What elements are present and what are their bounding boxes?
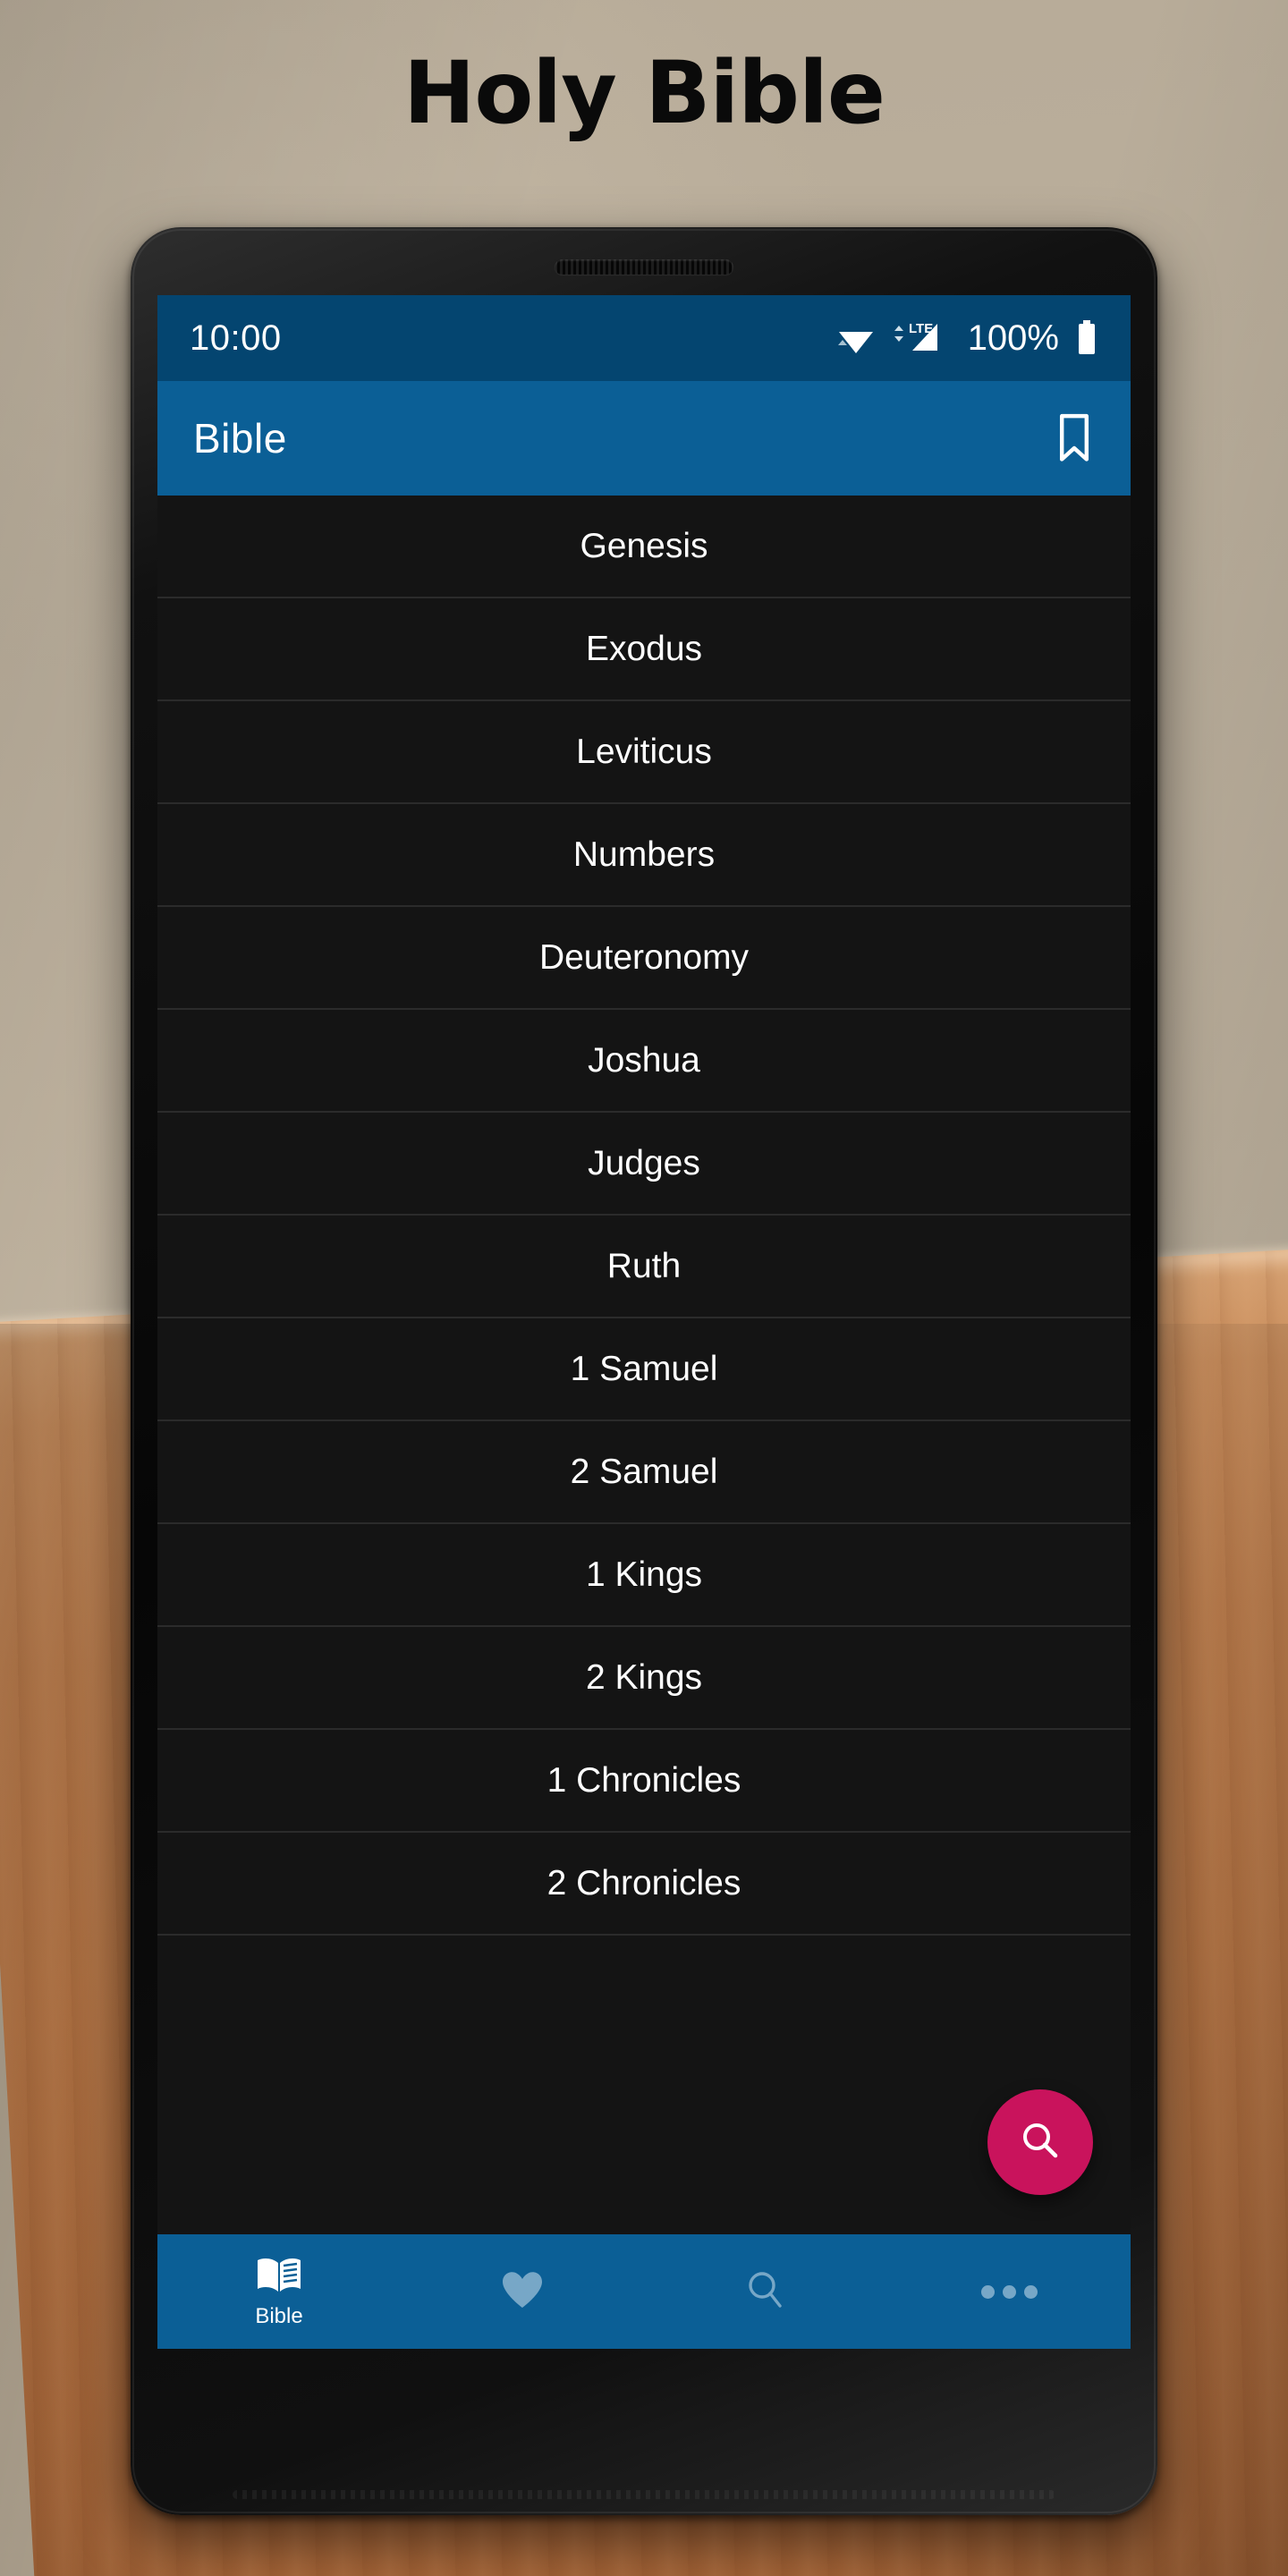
book-list-item-label: 1 Samuel (570, 1349, 718, 1388)
lte-signal-icon: LTE (893, 318, 952, 358)
book-list-item-label: Joshua (588, 1040, 700, 1080)
status-bar: 10:00 LTE 100% (157, 295, 1131, 381)
book-list-item-label: Exodus (585, 629, 703, 668)
battery-icon (1075, 318, 1098, 358)
bookmark-icon[interactable] (1054, 412, 1095, 464)
heart-icon (499, 2268, 546, 2316)
book-list-item-label: Ruth (606, 1246, 682, 1285)
book-list-item[interactable]: 1 Chronicles (157, 1730, 1131, 1833)
book-list-item[interactable]: 2 Chronicles (157, 1833, 1131, 1936)
bottom-navigation-bar: Bible (157, 2234, 1131, 2349)
app-bar: Bible (157, 381, 1131, 496)
book-list-item-label: Numbers (572, 835, 716, 874)
battery-percent-label: 100% (967, 318, 1059, 358)
book-list-item[interactable]: Leviticus (157, 701, 1131, 804)
book-list-item-label: 2 Samuel (570, 1452, 718, 1491)
wifi-icon (835, 320, 877, 356)
speaker-grille (555, 259, 733, 275)
book-list-item[interactable]: Genesis (157, 496, 1131, 598)
book-list-item[interactable]: Joshua (157, 1010, 1131, 1113)
book-list-item-label: Judges (588, 1143, 700, 1182)
book-list-item[interactable]: 1 Kings (157, 1524, 1131, 1627)
book-list-item-label: 1 Kings (585, 1555, 703, 1594)
nav-item-favorites[interactable] (401, 2234, 644, 2349)
phone-screen: 10:00 LTE 100% Bible Genesis Exodus Levi… (157, 295, 1131, 2349)
status-bar-clock: 10:00 (190, 318, 282, 358)
search-icon (1017, 2117, 1063, 2168)
book-list-item-label: Genesis (580, 526, 708, 565)
book-list-item[interactable]: 2 Samuel (157, 1421, 1131, 1524)
device-bottom-chin (233, 2490, 1055, 2499)
book-list-item[interactable]: Numbers (157, 804, 1131, 907)
more-horizontal-icon (980, 2284, 1038, 2299)
nav-item-search[interactable] (644, 2234, 887, 2349)
nav-label-bible: Bible (255, 2303, 303, 2328)
book-list-item[interactable]: Exodus (157, 598, 1131, 701)
book-list-item[interactable]: Deuteronomy (157, 907, 1131, 1010)
search-icon (742, 2267, 789, 2318)
open-book-icon (254, 2255, 304, 2301)
book-list-item-label: 2 Chronicles (547, 1863, 741, 1902)
book-list-item[interactable]: Ruth (157, 1216, 1131, 1318)
book-list-item[interactable]: 2 Kings (157, 1627, 1131, 1730)
search-fab-button[interactable] (987, 2089, 1093, 2195)
book-list-item-label: 2 Kings (585, 1657, 703, 1697)
nav-item-bible[interactable]: Bible (157, 2234, 401, 2349)
book-list[interactable]: Genesis Exodus Leviticus Numbers Deuteronomy… (157, 496, 1131, 2349)
book-list-item-label: Deuteronomy (538, 937, 750, 977)
app-bar-title: Bible (193, 415, 287, 462)
phone-device-frame: 10:00 LTE 100% Bible Genesis Exodus Levi… (131, 227, 1157, 2515)
book-list-item-label: 1 Chronicles (547, 1760, 741, 1800)
book-list-item[interactable]: 1 Samuel (157, 1318, 1131, 1421)
book-list-item-label: Leviticus (576, 732, 712, 771)
page-title: Holy Bible (402, 43, 886, 143)
book-list-item[interactable]: Judges (157, 1113, 1131, 1216)
nav-item-more[interactable] (887, 2234, 1131, 2349)
scene: Holy Bible 10:00 LTE 100% Bible Genesis … (0, 0, 1288, 2576)
status-bar-icons: LTE 100% (835, 318, 1098, 359)
